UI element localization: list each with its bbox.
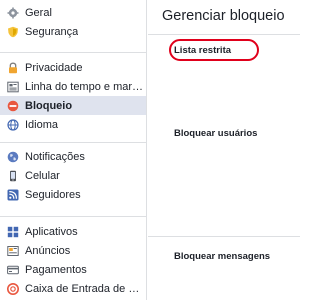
section-title-block-messages: Bloquear mensagens (174, 251, 271, 262)
settings-sidebar: Geral Segurança Privacidade Linha do tem… (0, 0, 147, 300)
sidebar-item-label: Pagamentos (25, 263, 87, 276)
sidebar-group-general: Geral Segurança (0, 0, 146, 46)
sidebar-item-bloqueio[interactable]: Bloqueio (0, 96, 146, 115)
globe-icon (7, 118, 19, 131)
title-divider (148, 34, 300, 35)
sidebar-item-label: Linha do tempo e marcação (25, 80, 146, 93)
timeline-icon (7, 81, 19, 93)
sidebar-item-linha-do-tempo[interactable]: Linha do tempo e marcação (0, 77, 146, 96)
block-icon (7, 100, 19, 112)
sidebar-item-label: Bloqueio (25, 99, 73, 112)
sidebar-item-label: Notificações (25, 150, 85, 163)
sidebar-item-label: Segurança (25, 25, 79, 38)
apps-icon (7, 226, 19, 238)
sidebar-item-anuncios[interactable]: Anúncios (0, 241, 146, 260)
sidebar-item-idioma[interactable]: Idioma (0, 115, 146, 134)
sidebar-item-caixa-de-entrada-de-suporte[interactable]: Caixa de Entrada de Suporte (0, 279, 146, 298)
sidebar-item-label: Celular (25, 169, 60, 182)
sidebar-item-label: Caixa de Entrada de Suporte (25, 282, 146, 295)
ads-icon (7, 245, 19, 257)
support-inbox-icon (7, 282, 19, 295)
gear-icon (7, 7, 19, 19)
main-panel: Gerenciar bloqueio Lista restrita Bloque… (148, 0, 300, 300)
sidebar-item-label: Aplicativos (25, 225, 78, 238)
section-title-block-users: Bloquear usuários (174, 128, 258, 139)
sidebar-group-apps: Aplicativos Anúncios Pagamentos Caixa de… (0, 216, 146, 300)
sidebar-item-privacidade[interactable]: Privacidade (0, 58, 146, 77)
section-title-restricted-list: Lista restrita (174, 45, 232, 56)
section-divider (148, 236, 300, 237)
sidebar-item-label: Seguidores (25, 188, 81, 201)
mobile-icon (7, 170, 19, 182)
sidebar-item-geral[interactable]: Geral (0, 3, 146, 22)
sidebar-item-notificacoes[interactable]: Notificações (0, 147, 146, 166)
rss-icon (7, 189, 19, 201)
sidebar-group-notifications: Notificações Celular Seguidores (0, 142, 146, 208)
shield-icon (7, 26, 19, 38)
sidebar-item-label: Idioma (25, 118, 59, 131)
sidebar-item-seguidores[interactable]: Seguidores (0, 185, 146, 204)
sidebar-item-aplicativos[interactable]: Aplicativos (0, 222, 146, 241)
sidebar-item-label: Anúncios (25, 244, 71, 257)
lock-icon (7, 62, 19, 74)
sidebar-item-seguranca[interactable]: Segurança (0, 22, 146, 41)
sidebar-item-pagamentos[interactable]: Pagamentos (0, 260, 146, 279)
sidebar-item-label: Privacidade (25, 61, 83, 74)
sidebar-item-label: Geral (25, 6, 52, 19)
sidebar-group-privacy: Privacidade Linha do tempo e marcação Bl… (0, 52, 146, 136)
sidebar-item-celular[interactable]: Celular (0, 166, 146, 185)
page-title: Gerenciar bloqueio (162, 8, 285, 24)
globe-notifications-icon (7, 151, 19, 163)
payments-icon (7, 264, 19, 276)
